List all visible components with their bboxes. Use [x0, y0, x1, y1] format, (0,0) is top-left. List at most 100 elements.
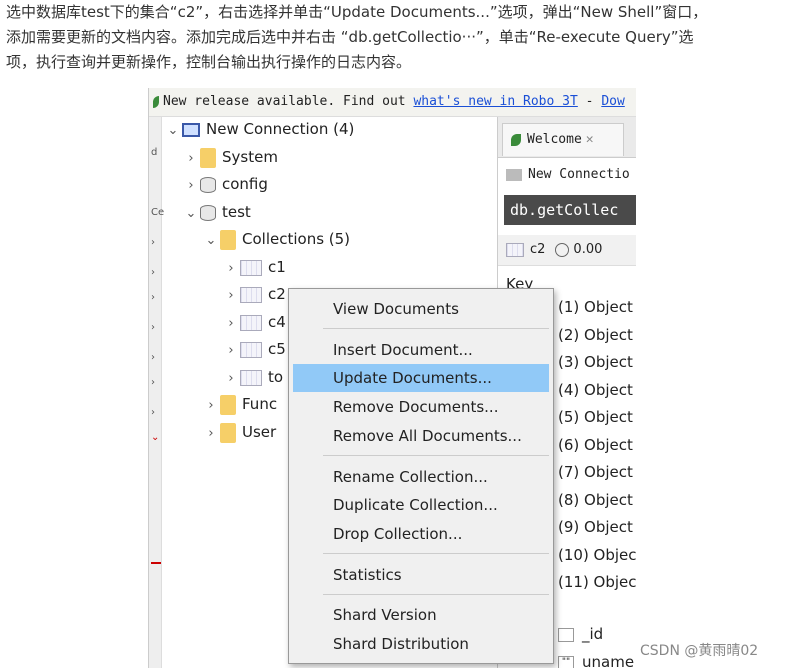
tab-welcome[interactable]: Welcome ✕: [502, 123, 624, 156]
tree-item-collections[interactable]: ⌄ Collections (5): [202, 227, 350, 251]
collection-icon: [240, 341, 262, 358]
menu-item-insert-document[interactable]: Insert Document...: [289, 336, 553, 364]
result-time: 0.00: [573, 242, 603, 257]
folder-icon: [220, 422, 236, 443]
tree-item-connection[interactable]: ⌄ New Connection (4): [164, 117, 355, 143]
result-row[interactable]: (8) Object: [558, 491, 633, 509]
menu-item-duplicate-collection[interactable]: Duplicate Collection...: [289, 491, 553, 519]
tree-label: test: [222, 203, 251, 221]
menu-item-remove-documents[interactable]: Remove Documents...: [289, 393, 553, 421]
chevron-right-icon[interactable]: ›: [182, 147, 200, 171]
tree-item-to[interactable]: › to: [222, 365, 283, 389]
gutter-mark: ›: [151, 292, 155, 303]
result-collection: c2: [530, 242, 546, 257]
clock-icon: [555, 242, 570, 257]
string-field-icon: "": [558, 655, 574, 668]
tree-label: c5: [268, 340, 286, 358]
query-editor[interactable]: db.getCollec: [504, 195, 636, 225]
collection-icon: [240, 259, 262, 276]
whats-new-link[interactable]: what's new in Robo 3T: [413, 94, 577, 109]
watermark: CSDN @黄雨晴02: [640, 643, 759, 659]
article-line-1: 选中数据库test下的集合“c2”，右击选择并单击“Update Documen…: [6, 3, 708, 21]
context-menu: View Documents Insert Document... Update…: [288, 288, 554, 664]
tree-item-c1[interactable]: › c1: [222, 255, 286, 281]
chevron-right-icon[interactable]: ›: [222, 367, 240, 391]
menu-item-shard-distribution[interactable]: Shard Distribution: [289, 630, 553, 658]
tree-label: config: [222, 175, 268, 193]
result-row[interactable]: (3) Object: [558, 353, 633, 371]
chevron-right-icon[interactable]: ›: [222, 257, 240, 281]
database-icon: [200, 176, 216, 193]
menu-item-drop-collection[interactable]: Drop Collection...: [289, 520, 553, 548]
menu-separator: [323, 455, 549, 456]
result-row[interactable]: (7) Object: [558, 463, 633, 481]
release-banner: New release available. Find out what's n…: [149, 88, 636, 117]
chevron-right-icon[interactable]: ›: [202, 394, 220, 418]
chevron-right-icon[interactable]: ›: [222, 312, 240, 336]
folder-icon: [200, 147, 216, 168]
result-row[interactable]: (5) Object: [558, 408, 633, 426]
menu-item-view-documents[interactable]: View Documents: [289, 295, 553, 323]
tree-label: c2: [268, 285, 286, 303]
result-row[interactable]: (10) Objec: [558, 546, 636, 564]
database-icon: [200, 204, 216, 221]
gutter-red-line: [151, 562, 161, 564]
menu-item-remove-all-documents[interactable]: Remove All Documents...: [289, 422, 553, 450]
result-row[interactable]: (2) Object: [558, 326, 633, 344]
chevron-down-icon[interactable]: ⌄: [164, 119, 182, 143]
menu-item-rename-collection[interactable]: Rename Collection...: [289, 463, 553, 491]
menu-separator: [323, 553, 549, 554]
download-link[interactable]: Dow: [601, 94, 624, 109]
robo-leaf-icon: [511, 133, 521, 146]
field-id-row[interactable]: _id: [558, 625, 603, 643]
left-gutter: d Ce › › › › › › › ⌄: [149, 117, 164, 668]
chevron-right-icon[interactable]: ›: [182, 174, 200, 198]
tree-label: to: [268, 368, 284, 386]
monitor-icon: [182, 122, 200, 137]
tree-label: System: [222, 148, 278, 166]
tree-item-c5[interactable]: › c5: [222, 337, 286, 363]
field-uname-row[interactable]: "" uname: [558, 653, 634, 668]
tree-item-test[interactable]: ⌄ test: [182, 200, 251, 224]
tree-label: User: [242, 423, 277, 441]
result-row[interactable]: (1) Object: [558, 298, 633, 316]
tree-item-functions[interactable]: › Func: [202, 392, 277, 416]
gutter-mark: ⌄: [151, 432, 160, 443]
field-label: uname: [582, 653, 635, 668]
connection-text: New Connectio: [528, 167, 630, 182]
menu-separator: [323, 594, 549, 595]
result-row[interactable]: (6) Object: [558, 436, 633, 454]
menu-item-update-documents[interactable]: Update Documents...: [293, 364, 549, 392]
close-icon[interactable]: ✕: [586, 132, 594, 147]
tree-item-users[interactable]: › User: [202, 420, 276, 444]
tab-bar: Welcome ✕: [498, 117, 636, 158]
tree-label: Collections (5): [242, 230, 351, 248]
tree-item-c2[interactable]: › c2: [222, 282, 286, 308]
banner-dash: -: [577, 94, 602, 109]
chevron-right-icon[interactable]: ›: [222, 284, 240, 308]
field-icon: [558, 627, 574, 642]
tree-label: Func: [242, 395, 278, 413]
chevron-right-icon[interactable]: ›: [222, 339, 240, 363]
chevron-down-icon[interactable]: ⌄: [182, 202, 200, 226]
chevron-right-icon[interactable]: ›: [202, 422, 220, 446]
menu-separator: [323, 328, 549, 329]
result-row[interactable]: (9) Object: [558, 518, 633, 536]
result-bar: c2 0.00: [498, 235, 636, 266]
result-row[interactable]: (4) Object: [558, 381, 633, 399]
gutter-mark: d: [151, 147, 158, 158]
collection-icon: [506, 242, 524, 257]
connection-icon: [506, 168, 522, 181]
tree-item-c4[interactable]: › c4: [222, 310, 285, 336]
gutter-mark: ›: [151, 237, 155, 248]
tree-item-system[interactable]: › System: [182, 145, 278, 169]
menu-item-statistics[interactable]: Statistics: [289, 561, 553, 589]
article-line-2: 添加需要更新的文档内容。添加完成后选中并右击 “db.getCollectio·…: [6, 28, 694, 46]
result-row[interactable]: (11) Objec: [558, 573, 636, 591]
tree-item-config[interactable]: › config: [182, 172, 268, 196]
tree-label: c1: [268, 258, 286, 276]
chevron-down-icon[interactable]: ⌄: [202, 229, 220, 253]
banner-text: New release available. Find out: [163, 94, 414, 109]
tab-label: Welcome: [527, 132, 582, 147]
menu-item-shard-version[interactable]: Shard Version: [289, 601, 553, 629]
